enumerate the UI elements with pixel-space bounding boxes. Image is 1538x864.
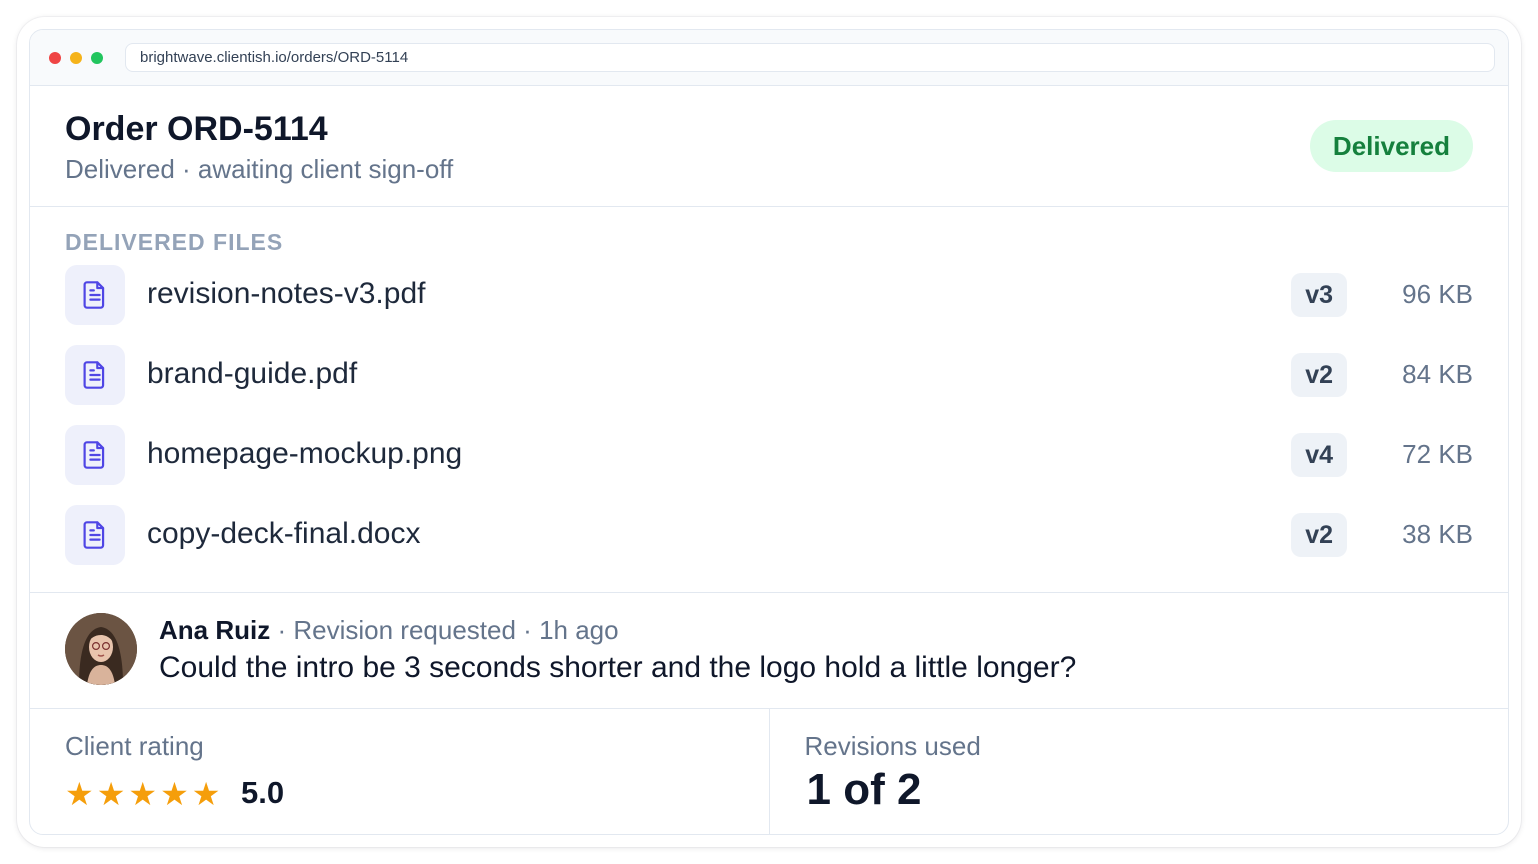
star-icon: ★ bbox=[96, 776, 126, 812]
file-row[interactable]: copy-deck-final.docx v2 38 KB bbox=[65, 505, 1473, 565]
document-icon bbox=[65, 505, 125, 565]
order-header: Order ORD-5114 Delivered · awaiting clie… bbox=[30, 86, 1508, 207]
document-icon bbox=[65, 425, 125, 485]
browser-chrome: brightwave.clientish.io/orders/ORD-5114 bbox=[30, 30, 1508, 86]
comment-text: Could the intro be 3 seconds shorter and… bbox=[159, 651, 1077, 684]
maximize-window-dot[interactable] bbox=[91, 52, 103, 64]
file-size: 38 KB bbox=[1402, 519, 1473, 549]
star-icon: ★ bbox=[191, 776, 221, 812]
revisions-value: 1 of 2 bbox=[806, 765, 922, 814]
delivered-files-section: DELIVERED FILES revision-notes-v3.pdf v3… bbox=[30, 207, 1508, 593]
file-name: copy-deck-final.docx bbox=[147, 517, 421, 550]
file-row[interactable]: homepage-mockup.png v4 72 KB bbox=[65, 425, 1473, 485]
page-title: Order ORD-5114 bbox=[65, 110, 328, 148]
comment-author: Ana Ruiz bbox=[159, 615, 271, 645]
comment-action: Revision requested bbox=[293, 615, 516, 645]
close-window-dot[interactable] bbox=[49, 52, 61, 64]
file-name: revision-notes-v3.pdf bbox=[147, 277, 426, 310]
browser-window: brightwave.clientish.io/orders/ORD-5114 … bbox=[29, 29, 1509, 835]
file-row[interactable]: revision-notes-v3.pdf v3 96 KB bbox=[65, 265, 1473, 325]
star-icon: ★ bbox=[128, 776, 158, 812]
version-badge: v2 bbox=[1291, 513, 1347, 557]
revisions-stat: Revisions used 1 of 2 bbox=[768, 709, 1509, 834]
rating-value: 5.0 bbox=[241, 775, 285, 810]
address-bar[interactable]: brightwave.clientish.io/orders/ORD-5114 bbox=[125, 43, 1495, 72]
separator: · bbox=[523, 615, 540, 645]
order-stats: Client rating ★ ★ ★ ★ ★ 5.0 Revisions us… bbox=[30, 709, 1509, 834]
comment-meta: Ana Ruiz · Revision requested · 1h ago bbox=[159, 615, 619, 646]
file-size: 96 KB bbox=[1402, 279, 1473, 309]
version-badge: v3 bbox=[1291, 273, 1347, 317]
version-badge: v4 bbox=[1291, 433, 1347, 477]
comment-time: 1h ago bbox=[539, 615, 619, 645]
file-size: 84 KB bbox=[1402, 359, 1473, 389]
stat-label: Client rating bbox=[65, 731, 204, 761]
star-rating: ★ ★ ★ ★ ★ bbox=[65, 777, 220, 811]
stat-label: Revisions used bbox=[804, 731, 981, 761]
section-label: DELIVERED FILES bbox=[65, 229, 284, 255]
minimize-window-dot[interactable] bbox=[70, 52, 82, 64]
file-name: homepage-mockup.png bbox=[147, 437, 463, 470]
version-badge: v2 bbox=[1291, 353, 1347, 397]
file-name: brand-guide.pdf bbox=[147, 357, 358, 390]
status-badge: Delivered bbox=[1309, 120, 1473, 172]
star-icon: ★ bbox=[65, 776, 94, 812]
revision-comment: Ana Ruiz · Revision requested · 1h ago C… bbox=[30, 593, 1508, 709]
avatar bbox=[65, 613, 137, 685]
client-rating-stat: Client rating ★ ★ ★ ★ ★ 5.0 bbox=[30, 709, 769, 834]
document-icon bbox=[65, 265, 125, 325]
order-subtitle: Delivered · awaiting client sign-off bbox=[65, 154, 454, 184]
star-icon: ★ bbox=[160, 776, 189, 812]
separator: · bbox=[277, 615, 294, 645]
document-icon bbox=[65, 345, 125, 405]
file-size: 72 KB bbox=[1402, 439, 1473, 469]
file-row[interactable]: brand-guide.pdf v2 84 KB bbox=[65, 345, 1473, 405]
